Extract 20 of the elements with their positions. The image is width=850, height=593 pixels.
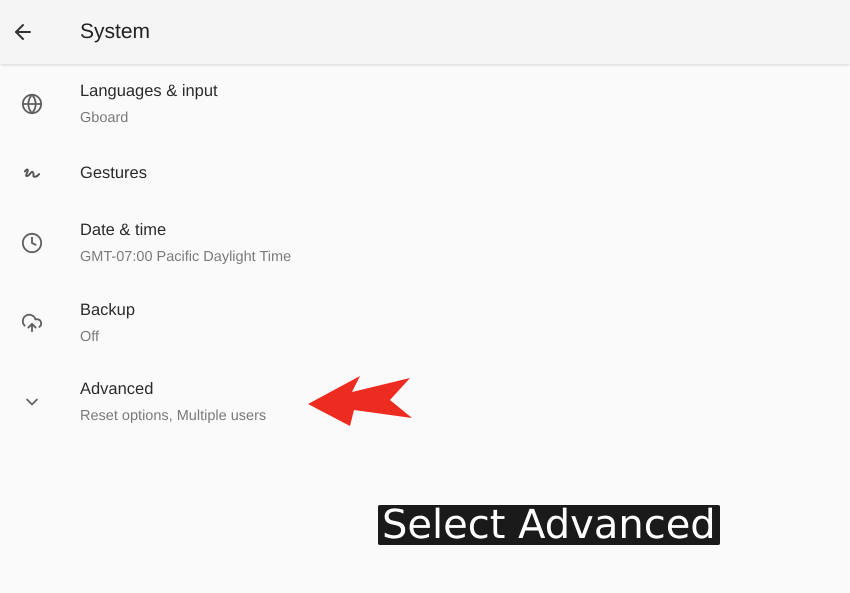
item-summary: Off — [80, 328, 100, 346]
item-title: Backup — [80, 300, 136, 321]
settings-item[interactable]: Gestures — [0, 140, 850, 206]
item-summary: Reset options, Multiple users — [80, 406, 266, 426]
page-title: System — [80, 19, 150, 46]
settings-item[interactable]: Advanced Reset options, Multiple users — [0, 366, 850, 438]
item-summary: Gboard — [80, 108, 130, 128]
item-title: Gestures — [80, 162, 147, 184]
clock-icon — [21, 232, 43, 254]
settings-item[interactable]: Languages & input Gboard — [0, 68, 850, 140]
item-title: Languages & input — [80, 80, 218, 102]
item-title: Advanced — [80, 378, 154, 400]
squiggle-icon — [24, 168, 40, 178]
globe-icon — [21, 93, 43, 115]
cloud-upload-icon — [21, 312, 43, 334]
item-title: Date & time — [80, 220, 168, 241]
settings-item[interactable]: Date & time GMT-07:00 Pacific Daylight Time — [0, 206, 850, 280]
item-summary: GMT-07:00 Pacific Daylight Time — [80, 248, 292, 266]
caption: Select Advanced — [378, 505, 720, 545]
settings-item[interactable]: Backup Off — [0, 280, 850, 366]
